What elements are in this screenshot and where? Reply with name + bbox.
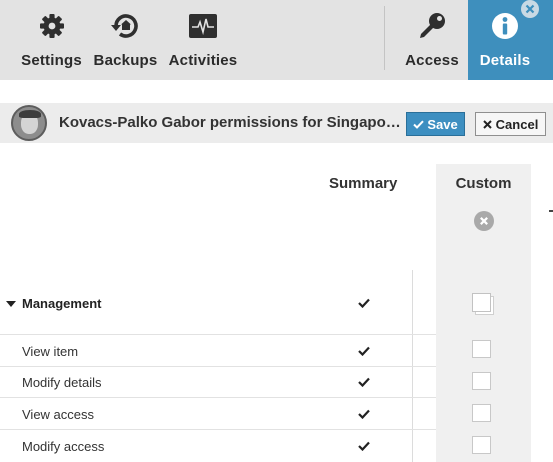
key-icon — [417, 0, 447, 52]
permission-label: View item — [22, 344, 79, 359]
close-icon[interactable] — [521, 0, 539, 18]
cancel-label: Cancel — [495, 116, 539, 132]
table-row: Modify details — [0, 366, 436, 397]
access-button[interactable]: Access — [402, 0, 462, 80]
group-row-management[interactable]: Management — [0, 270, 436, 334]
info-icon — [490, 0, 520, 52]
details-label: Details — [479, 52, 531, 69]
custom-checkbox[interactable] — [472, 340, 491, 358]
table-row: View item — [0, 334, 436, 366]
access-label: Access — [405, 52, 459, 69]
settings-button[interactable]: Settings — [20, 0, 83, 80]
activity-icon — [188, 0, 218, 52]
cancel-button[interactable]: Cancel — [475, 112, 546, 136]
custom-checkbox[interactable] — [472, 436, 491, 454]
group-label: Management — [22, 296, 102, 311]
column-header-summary: Summary — [329, 175, 398, 192]
collapse-caret-icon[interactable] — [6, 301, 16, 307]
check-icon — [413, 120, 425, 129]
activities-button[interactable]: Activities — [168, 0, 238, 80]
checkmark-icon — [358, 346, 370, 356]
backup-icon — [110, 0, 142, 52]
activities-label: Activities — [168, 52, 238, 69]
table-row: Modify access — [0, 429, 436, 462]
permission-label: Modify access — [22, 439, 105, 454]
toolbar: Settings Backups Activities Access Detai… — [0, 0, 553, 80]
permission-label: Modify details — [22, 375, 102, 390]
clear-custom-icon[interactable] — [474, 211, 494, 231]
custom-checkbox[interactable] — [472, 372, 491, 390]
checkmark-icon — [358, 409, 370, 419]
toolbar-divider — [384, 6, 385, 70]
backups-label: Backups — [93, 52, 158, 69]
scroll-edge-indicator — [549, 210, 553, 212]
save-button[interactable]: Save — [406, 112, 465, 136]
x-icon — [482, 119, 492, 129]
page-title: Kovacs-Palko Gabor permissions for Singa… — [59, 114, 403, 131]
permission-label: View access — [22, 407, 95, 422]
checkmark-icon — [358, 298, 370, 308]
gear-icon — [39, 0, 65, 52]
checkmark-icon — [358, 377, 370, 387]
permissions-header: Kovacs-Palko Gabor permissions for Singa… — [0, 103, 553, 143]
settings-label: Settings — [21, 52, 82, 69]
table-row: View access — [0, 397, 436, 429]
group-custom-checkbox[interactable] — [472, 293, 494, 315]
custom-checkbox[interactable] — [472, 404, 491, 422]
save-label: Save — [427, 116, 458, 132]
backups-button[interactable]: Backups — [94, 0, 157, 80]
checkmark-icon — [358, 441, 370, 451]
column-header-custom: Custom — [455, 175, 512, 192]
avatar — [11, 105, 47, 141]
